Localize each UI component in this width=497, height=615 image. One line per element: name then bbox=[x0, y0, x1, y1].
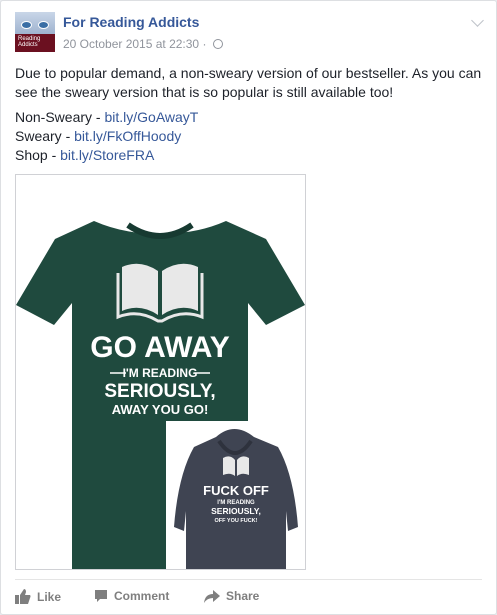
tshirt-line-3: SERIOUSLY, bbox=[104, 381, 215, 402]
share-button[interactable]: Share bbox=[204, 589, 259, 603]
non-sweary-link[interactable]: bit.ly/GoAwayT bbox=[104, 109, 198, 125]
meta-separator: · bbox=[202, 37, 207, 51]
share-label: Share bbox=[226, 589, 260, 603]
sweary-link[interactable]: bit.ly/FkOffHoody bbox=[74, 128, 181, 144]
timestamp-link[interactable]: 20 October 2015 at 22:30 bbox=[63, 37, 199, 51]
thumbs-up-icon bbox=[15, 589, 31, 604]
post-card: Reading Addicts For Reading Addicts 20 O… bbox=[0, 0, 497, 615]
post-photo[interactable]: GO AWAY I'M READING SERIOUSLY, AWAY YOU … bbox=[15, 174, 306, 570]
like-button[interactable]: Like bbox=[15, 589, 61, 604]
post-body: Due to popular demand, a non-sweary vers… bbox=[15, 65, 482, 100]
avatar-logo-text: Reading Addicts bbox=[18, 36, 41, 48]
comment-icon bbox=[95, 590, 107, 602]
link-line-sweary: Sweary - bit.ly/FkOffHoody bbox=[15, 128, 182, 144]
tshirt-line-1: GO AWAY bbox=[90, 331, 229, 364]
chevron-down-icon[interactable] bbox=[471, 14, 484, 27]
globe-icon bbox=[212, 39, 223, 49]
comment-button[interactable]: Comment bbox=[94, 589, 169, 603]
hoodie-line-1: FUCK OFF bbox=[203, 483, 269, 498]
post-meta: 20 October 2015 at 22:30 · bbox=[63, 37, 223, 51]
actions-divider bbox=[15, 579, 482, 580]
link-line-shop: Shop - bit.ly/StoreFRA bbox=[15, 147, 155, 163]
hoodie-line-3: SERIOUSLY, bbox=[211, 506, 261, 516]
shop-link[interactable]: bit.ly/StoreFRA bbox=[60, 147, 154, 163]
tshirt-line-4: AWAY YOU GO! bbox=[112, 402, 209, 417]
link-line-non-sweary: Non-Sweary - bit.ly/GoAwayT bbox=[15, 109, 199, 125]
post-links: Non-Sweary - bit.ly/GoAwayT Sweary - bit… bbox=[15, 108, 198, 165]
tshirt-line-2: I'M READING bbox=[123, 366, 198, 380]
product-image: GO AWAY I'M READING SERIOUSLY, AWAY YOU … bbox=[16, 221, 305, 569]
hoodie-line-4: OFF YOU FUCK! bbox=[215, 518, 258, 524]
page-avatar[interactable]: Reading Addicts bbox=[15, 12, 55, 52]
hoodie-shape bbox=[174, 429, 298, 569]
page-name-link[interactable]: For Reading Addicts bbox=[63, 14, 199, 30]
like-label: Like bbox=[37, 589, 62, 604]
comment-label: Comment bbox=[114, 589, 170, 603]
share-icon bbox=[204, 589, 220, 603]
